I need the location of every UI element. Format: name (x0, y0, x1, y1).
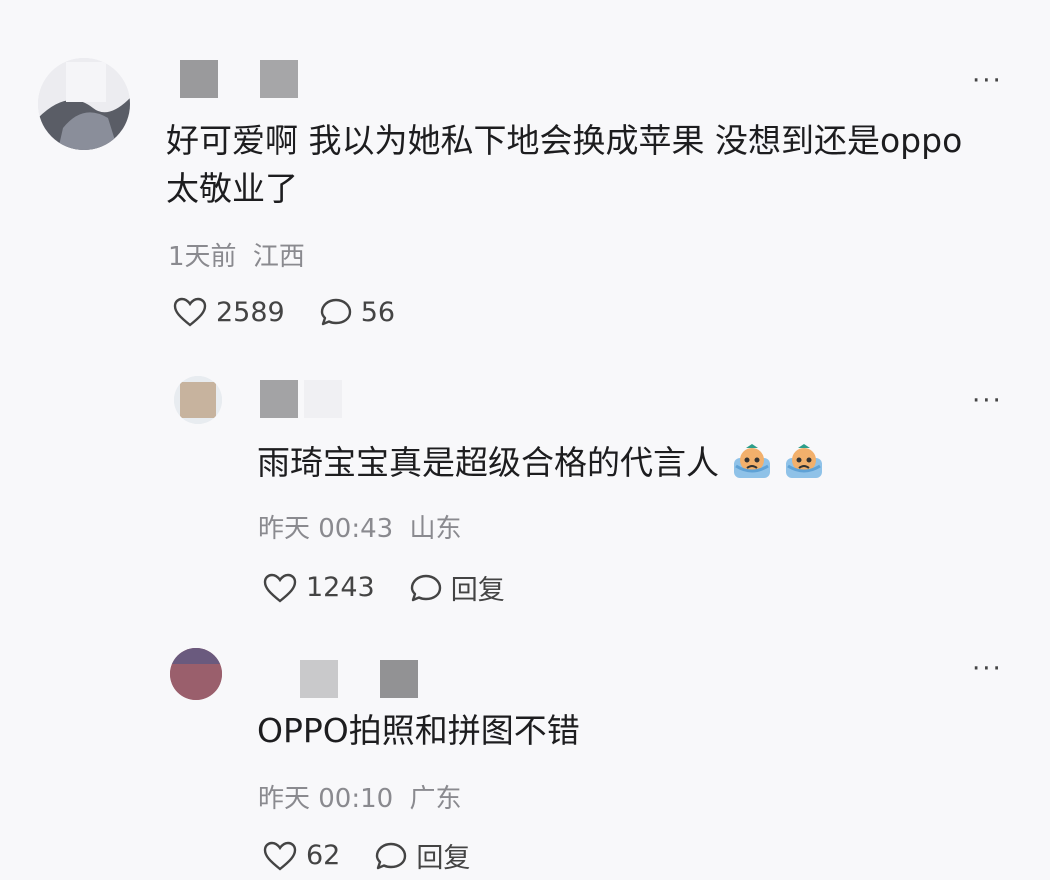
comment-bubble-icon (410, 574, 441, 601)
timestamp: 1天前 (168, 242, 237, 272)
comment-bubble-icon (320, 298, 351, 326)
timestamp: 昨天 00:10 (258, 784, 394, 814)
avatar[interactable] (170, 648, 222, 700)
more-icon[interactable]: ··· (972, 656, 1003, 682)
like-count: 1243 (306, 572, 375, 603)
comment-button[interactable]: 56 (319, 296, 395, 328)
more-icon[interactable]: ··· (972, 388, 1003, 414)
comment-meta: 1天前 江西 (168, 236, 305, 273)
heart-icon (263, 573, 297, 603)
redaction-block (260, 60, 298, 98)
crying-emoji-icon (733, 444, 770, 478)
like-button[interactable]: 1243 (262, 572, 375, 604)
comment-actions: 2589 56 (172, 296, 429, 328)
location: 江西 (252, 242, 305, 272)
location: 广东 (409, 784, 462, 814)
redaction-block (380, 660, 418, 698)
redaction-block (304, 380, 342, 418)
like-count: 2589 (216, 296, 285, 328)
like-count: 62 (306, 840, 341, 871)
avatar-image (170, 648, 222, 700)
crying-emoji-icon (786, 444, 822, 478)
like-button[interactable]: 2589 (172, 296, 285, 328)
comment-text-line2: 太敬业了 (166, 169, 298, 208)
comment-actions: 1243 回复 (262, 568, 539, 607)
comment-page: ··· 好可爱啊 我以为她私下地会换成苹果 没想到还是oppo 太敬业了 1天前… (0, 0, 1050, 880)
heart-icon (263, 841, 297, 871)
heart-icon (173, 297, 207, 327)
comment-bubble-icon (376, 842, 407, 869)
like-button[interactable]: 62 (262, 840, 340, 872)
location: 山东 (409, 514, 462, 544)
username-redacted[interactable] (260, 380, 342, 418)
reply-count: 56 (360, 296, 396, 328)
username-redacted[interactable] (300, 660, 418, 698)
comment-text: 好可爱啊 我以为她私下地会换成苹果 没想到还是oppo (166, 121, 963, 160)
comment-text: 雨琦宝宝真是超级合格的代言人 (257, 440, 824, 486)
more-icon[interactable]: ··· (972, 68, 1003, 94)
avatar[interactable] (38, 58, 130, 150)
avatar-image (174, 376, 222, 424)
avatar[interactable] (174, 376, 222, 424)
redaction-block (260, 380, 298, 418)
redaction-block (180, 60, 218, 98)
comment-meta: 昨天 00:43 山东 (258, 508, 461, 545)
reply-label: 回复 (450, 575, 505, 606)
avatar-image (38, 58, 130, 150)
username-redacted[interactable] (180, 60, 298, 98)
comment-meta: 昨天 00:10 广东 (258, 778, 461, 815)
reply-button[interactable]: 回复 (374, 836, 470, 875)
comment-text: OPPO拍照和拼图不错 (257, 711, 580, 750)
reply-label: 回复 (416, 843, 471, 874)
comment-actions: 62 回复 (262, 836, 504, 875)
redaction-block (300, 660, 338, 698)
reply-button[interactable]: 回复 (409, 568, 505, 607)
timestamp: 昨天 00:43 (258, 514, 394, 544)
